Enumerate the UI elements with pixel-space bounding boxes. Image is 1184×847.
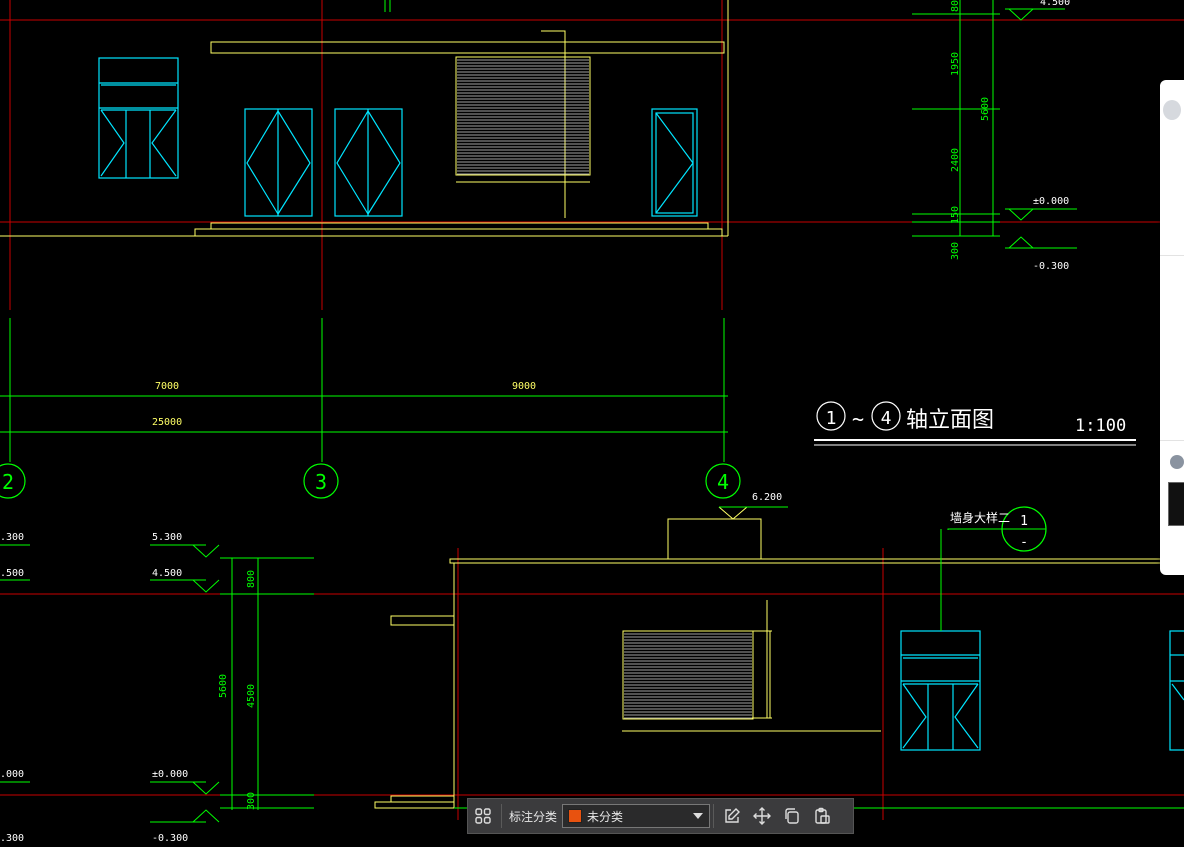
side-panel-divider — [1160, 255, 1184, 256]
side-panel-user-icon[interactable] — [1170, 455, 1184, 469]
level-m0300: -0.300 — [152, 833, 188, 844]
top-right-levels: 4.500 ±0.000 -0.300 — [1033, 0, 1070, 272]
detail-number: 1 — [1020, 514, 1028, 529]
lower-left-levels-lines — [0, 544, 314, 823]
dim-300-bot: 300 — [246, 792, 257, 810]
detail-label: 墙身大样二 — [950, 510, 1010, 525]
detail-callout: 墙身大样二 1 - — [947, 506, 1047, 552]
left-level-0000: .000 — [0, 769, 24, 780]
left-level-5300: .300 — [0, 532, 24, 543]
lower-elevation — [374, 506, 1184, 809]
axis-labels: 2 3 4 — [2, 470, 729, 494]
lower-rolling-shutter — [622, 630, 754, 720]
lower-left-level-text: .300 .500 .000 .300 5.300 4.500 ±0.000 -… — [0, 532, 188, 844]
dim-1950: 1950 — [950, 52, 961, 76]
dim-5600-bot: 5600 — [218, 674, 229, 698]
top-rolling-shutter — [455, 56, 591, 183]
edit-icon[interactable] — [717, 801, 747, 831]
axis-label-3: 3 — [315, 470, 327, 494]
dim-25000: 25000 — [152, 417, 182, 428]
level-0000: ±0.000 — [152, 769, 188, 780]
top-right-dimensions — [912, 0, 1077, 249]
level-6200: 6.200 — [752, 492, 782, 503]
dim-4500: 4500 — [246, 684, 257, 708]
drawing-title-text: 轴立面图 — [906, 408, 994, 433]
detail-sheet: - — [1020, 535, 1028, 550]
dim-7000: 7000 — [155, 381, 179, 392]
top-window-left — [98, 57, 179, 179]
lower-window-partial — [1169, 630, 1184, 751]
level-5300: 5.300 — [152, 532, 182, 543]
middle-dimension-lines — [0, 318, 728, 462]
side-panel-divider-2 — [1160, 440, 1184, 441]
paste-icon[interactable] — [807, 801, 837, 831]
title-axis-from: 1 — [826, 408, 837, 429]
top-door-2 — [334, 108, 403, 217]
left-level-m0300: .300 — [0, 833, 24, 844]
level-4500-top: 4.500 — [1040, 0, 1070, 8]
dim-300: 300 — [950, 242, 961, 260]
lower-window — [900, 529, 981, 751]
side-panel-avatar-icon — [1163, 100, 1181, 120]
level-m0300-top: -0.300 — [1033, 261, 1069, 272]
dim-9000: 9000 — [512, 381, 536, 392]
drawing-title-block: 1 ~ 4 轴立面图 1:100 — [814, 401, 1136, 446]
cad-drawing-canvas[interactable]: 800 1950 5600 2400 150 300 4.500 ±0.000 … — [0, 0, 1184, 847]
middle-dimension-text: 7000 9000 25000 — [152, 381, 536, 428]
annotation-toolbar: 标注分类 未分类 — [467, 798, 854, 834]
top-door-1 — [244, 108, 313, 217]
title-axis-to: 4 — [881, 408, 892, 429]
move-icon[interactable] — [747, 801, 777, 831]
left-level-4500: .500 — [0, 568, 24, 579]
chevron-down-icon — [693, 813, 704, 819]
top-door-3 — [651, 108, 698, 217]
dim-800-bot: 800 — [246, 570, 257, 588]
annotation-category-value: 未分类 — [587, 809, 624, 824]
drawing-scale: 1:100 — [1075, 416, 1126, 436]
category-color-swatch — [568, 809, 583, 823]
level-4500: 4.500 — [152, 568, 182, 579]
dim-150: 150 — [950, 206, 961, 224]
title-tilde: ~ — [852, 407, 864, 431]
level-0000-top: ±0.000 — [1033, 196, 1069, 207]
toolbar-separator — [501, 804, 502, 828]
dim-800-top: 800 — [950, 0, 961, 12]
side-panel-thumbnail[interactable] — [1168, 482, 1184, 526]
axis-label-2: 2 — [2, 470, 14, 494]
dim-5600-top: 5600 — [980, 97, 991, 121]
axis-label-4: 4 — [717, 470, 729, 494]
axis-bubbles — [0, 463, 741, 499]
lower-left-dim-text: 800 5600 4500 300 — [218, 570, 257, 810]
grid-icon[interactable] — [468, 801, 498, 831]
toolbar-separator — [713, 804, 715, 828]
copy-icon[interactable] — [777, 801, 807, 831]
annotation-category-label: 标注分类 — [509, 809, 558, 824]
annotation-category-select[interactable]: 未分类 — [562, 804, 711, 828]
top-right-dim-text: 800 1950 5600 2400 150 300 — [950, 0, 991, 260]
dim-2400: 2400 — [950, 148, 961, 172]
